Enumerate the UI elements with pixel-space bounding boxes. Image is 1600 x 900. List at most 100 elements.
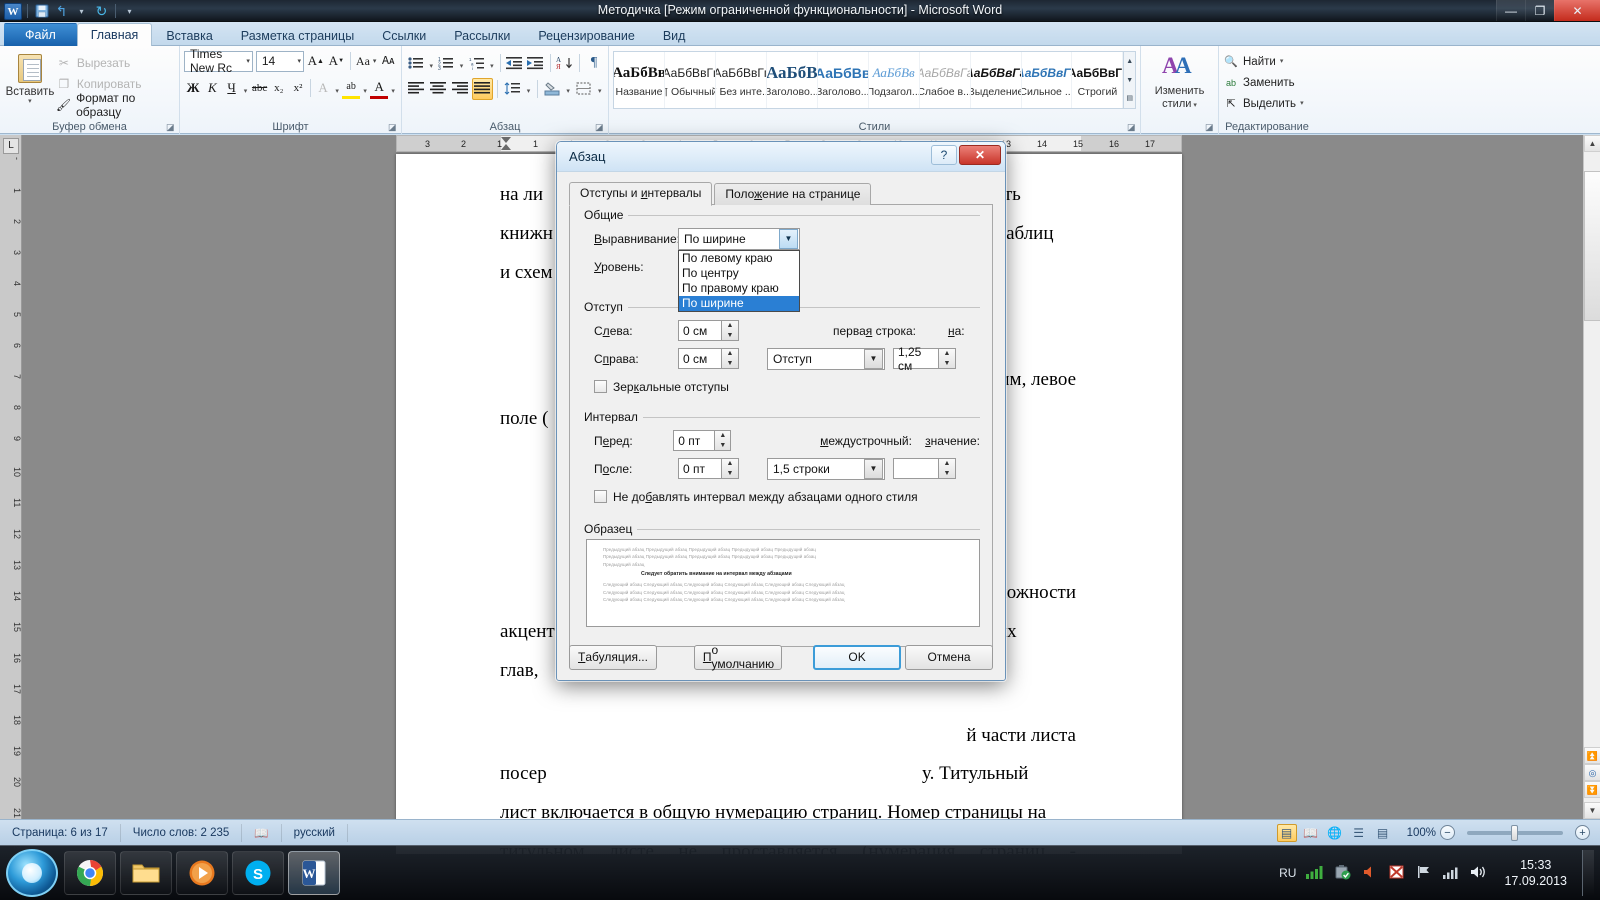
replace-button[interactable]: ab Заменить: [1223, 72, 1311, 93]
tab-line-and-page-breaks[interactable]: Положение на странице: [714, 183, 872, 205]
line-spacing-icon[interactable]: [502, 78, 523, 100]
network-signal-icon[interactable]: [1305, 864, 1325, 883]
tab-insert[interactable]: Вставка: [152, 24, 226, 46]
indent-left-spinner[interactable]: ▲ ▼: [722, 320, 739, 341]
spacing-after-spinner[interactable]: ▲ ▼: [722, 458, 739, 479]
style-item[interactable]: АаБбВ Заголово...: [767, 52, 818, 108]
signal-bars-icon[interactable]: [1442, 864, 1460, 883]
dropdown-option-right[interactable]: По правому краю: [679, 281, 799, 296]
indent-left-field[interactable]: 0 см: [678, 320, 722, 341]
tab-view[interactable]: Вид: [649, 24, 700, 46]
numbering-dropdown-icon[interactable]: ▾: [457, 53, 465, 74]
borders-dropdown-icon[interactable]: ▾: [595, 78, 604, 99]
close-button[interactable]: ✕: [1554, 0, 1600, 21]
chevron-down-icon[interactable]: ▾: [1280, 58, 1284, 65]
styles-scroll-down-icon[interactable]: ▼: [1124, 72, 1135, 89]
taskbar-item-explorer[interactable]: [120, 851, 172, 895]
select-browse-object-icon[interactable]: ◎: [1584, 764, 1600, 781]
spacing-at-field[interactable]: [893, 458, 939, 479]
style-item[interactable]: АаБбВв Подзагол...: [869, 52, 920, 108]
style-item[interactable]: АаБбВвГг ¶ Без инте...: [716, 52, 767, 108]
underline-button[interactable]: Ч: [222, 78, 240, 99]
spacing-at-spinner[interactable]: ▲ ▼: [939, 458, 956, 479]
volume-icon[interactable]: [1361, 864, 1379, 883]
font-name-combobox[interactable]: Times New Rc ▾: [184, 47, 253, 75]
highlight-dropdown-icon[interactable]: ▾: [361, 78, 369, 99]
styles-more-icon[interactable]: ▤: [1124, 90, 1135, 107]
grow-font-icon[interactable]: A ▲: [307, 50, 325, 72]
highlight-color-icon[interactable]: ab: [342, 78, 361, 99]
italic-button[interactable]: К: [203, 78, 221, 99]
align-center-button[interactable]: [428, 78, 449, 100]
speaker-icon[interactable]: [1469, 864, 1489, 883]
chevron-down-icon[interactable]: ▼: [864, 458, 883, 479]
styles-scrollbar[interactable]: ▲ ▼ ▤: [1123, 52, 1136, 108]
font-color-dropdown-icon[interactable]: ▾: [389, 78, 397, 99]
tab-mailings[interactable]: Рассылки: [440, 24, 524, 46]
ribbon-tabs[interactable]: Файл Главная Вставка Разметка страницы С…: [0, 22, 1600, 46]
tab-page-layout[interactable]: Разметка страницы: [227, 24, 368, 46]
first-line-indent-marker[interactable]: [501, 137, 511, 143]
view-draft-icon[interactable]: ▤: [1373, 824, 1393, 842]
style-item[interactable]: АаБбВв Название: [614, 52, 665, 108]
view-outline-icon[interactable]: ☰: [1349, 824, 1369, 842]
spacing-before-spinner[interactable]: ▲ ▼: [715, 430, 732, 451]
taskbar-clock[interactable]: 15:33 17.09.2013: [1498, 857, 1573, 889]
bullets-dropdown-icon[interactable]: ▾: [427, 53, 435, 74]
style-item[interactable]: АаБбВвГг Выделение: [971, 52, 1022, 108]
view-fullscreen-reading-icon[interactable]: 📖: [1301, 824, 1321, 842]
battery-icon[interactable]: [1334, 864, 1352, 883]
indent-right-field[interactable]: 0 см: [678, 348, 722, 369]
align-left-button[interactable]: [406, 78, 427, 100]
font-size-combobox[interactable]: 14 ▾: [255, 50, 304, 72]
text-effects-icon[interactable]: A: [314, 78, 332, 99]
show-desktop-button[interactable]: [1582, 850, 1594, 896]
mirror-indents-row[interactable]: Зеркальные отступы: [594, 375, 980, 398]
scroll-down-icon[interactable]: ▼: [1584, 802, 1600, 819]
bold-button[interactable]: Ж: [184, 78, 202, 99]
borders-icon[interactable]: [573, 78, 594, 100]
window-buttons[interactable]: — ❐ ✕: [1496, 0, 1600, 21]
next-page-icon[interactable]: ⏬: [1584, 781, 1600, 798]
subscript-button[interactable]: x₂: [270, 78, 288, 99]
chevron-down-icon[interactable]: ▾: [243, 57, 250, 65]
previous-page-icon[interactable]: ⏫: [1584, 747, 1600, 764]
tab-review[interactable]: Рецензирование: [524, 24, 649, 46]
style-item[interactable]: АаБбВвГг Сильное ...: [1022, 52, 1073, 108]
bullets-icon[interactable]: [406, 52, 426, 74]
shrink-font-icon[interactable]: A ▼: [328, 50, 346, 72]
decrease-indent-icon[interactable]: [505, 52, 525, 74]
spacing-before-field[interactable]: 0 пт: [673, 430, 716, 451]
style-item[interactable]: АаБбВвГг Слабое в...: [920, 52, 971, 108]
view-print-layout-icon[interactable]: ▤: [1276, 823, 1297, 842]
first-line-combobox[interactable]: Отступ ▼: [767, 347, 885, 370]
format-painter-button[interactable]: 🖌 Формат по образцу: [56, 91, 175, 119]
taskbar-item-skype[interactable]: S: [232, 851, 284, 895]
paragraph-dialog[interactable]: Абзац ? ✕ Отступы и интервалы Положение …: [555, 140, 1007, 682]
left-indent-marker[interactable]: [501, 144, 511, 150]
multilevel-dropdown-icon[interactable]: ▾: [488, 53, 496, 74]
tray-language[interactable]: RU: [1279, 866, 1296, 880]
chevron-down-icon[interactable]: ▾: [294, 57, 301, 65]
line-spacing-dropdown-icon[interactable]: ▾: [524, 78, 533, 99]
taskbar-item-word[interactable]: W: [288, 851, 340, 895]
language-indicator[interactable]: русский: [282, 823, 348, 842]
change-styles-launcher-icon[interactable]: ◪: [1205, 122, 1215, 132]
scrollbar-thumb[interactable]: [1584, 171, 1600, 321]
zoom-in-button[interactable]: +: [1575, 825, 1590, 840]
line-spacing-combobox[interactable]: 1,5 строки ▼: [767, 457, 885, 480]
word-count[interactable]: Число слов: 2 235: [121, 823, 243, 842]
increase-indent-icon[interactable]: [526, 52, 546, 74]
underline-dropdown-icon[interactable]: ▾: [242, 78, 250, 99]
no-space-checkbox[interactable]: [594, 490, 607, 503]
shading-dropdown-icon[interactable]: ▾: [564, 78, 573, 99]
alignment-combobox[interactable]: По ширине ▼: [678, 227, 800, 250]
zoom-slider-thumb[interactable]: [1511, 824, 1518, 841]
style-item[interactable]: АаБбВвГг Строгий: [1072, 52, 1124, 108]
sort-icon[interactable]: AЯ: [555, 52, 575, 74]
chevron-down-icon[interactable]: ▾: [1300, 100, 1304, 107]
dropdown-option-center[interactable]: По центру: [679, 266, 799, 281]
styles-dialog-launcher-icon[interactable]: ◪: [1127, 122, 1137, 132]
vertical-scrollbar[interactable]: ▲ ⏫ ◎ ⏬ ▼: [1583, 135, 1600, 819]
taskbar-item-chrome[interactable]: [64, 851, 116, 895]
